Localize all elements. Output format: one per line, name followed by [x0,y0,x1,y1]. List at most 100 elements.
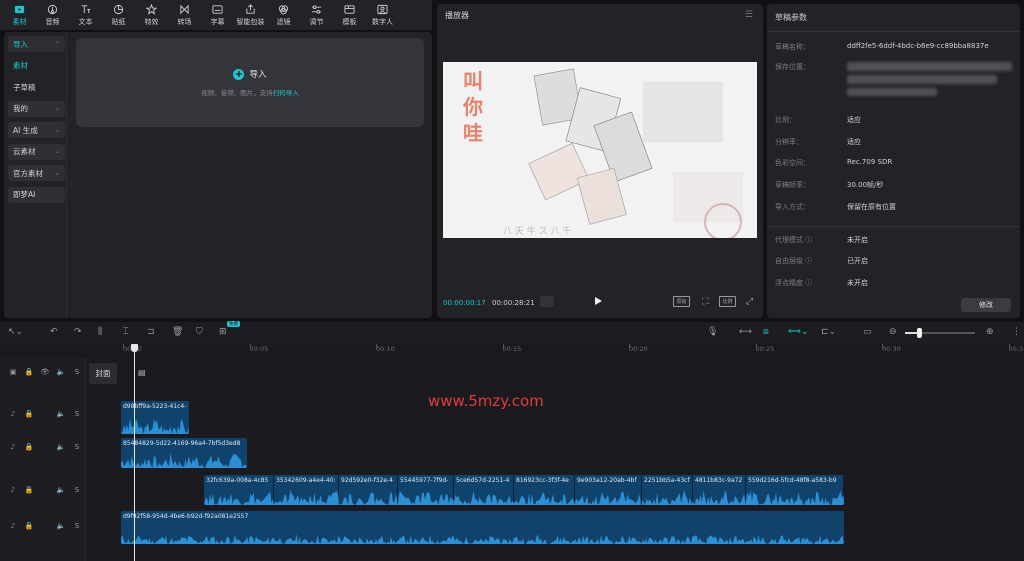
nav-item-7[interactable]: 即梦AI [8,186,65,203]
audio-segment[interactable]: 32fc639a-008a-4c85 [204,475,274,505]
aspect-ratio-button[interactable]: 比例 [719,296,736,307]
track-type-audio-icon[interactable]: ♪ [5,486,21,494]
lock-icon[interactable]: 🔒 [21,443,37,451]
tool-filter[interactable]: 滤镜 [267,0,300,30]
param-label: 代理模式 ⓘ [775,236,813,244]
link-icon[interactable]: ⟷ [739,327,752,338]
audio-segment[interactable]: 9e903a12-20ab-4bf [575,475,642,505]
nav-item-0[interactable]: 导入 ⌃ [8,36,65,52]
nav-item-6[interactable]: 官方素材 ⌄ [8,165,65,181]
modify-button[interactable]: 修改 [961,298,1011,312]
nav-item-5[interactable]: 云素材 ⌄ [8,143,65,160]
lock-icon[interactable]: 🔒 [21,486,37,494]
track-type-audio-icon[interactable]: ♪ [5,522,21,530]
tool-sticker[interactable]: 贴纸 [102,0,135,30]
param-label: 导入方式： [775,203,810,211]
current-time: 00:00:00:17 [443,299,486,307]
tool-media[interactable]: 素材 [3,0,36,30]
tool-transition[interactable]: 转场 [168,0,201,30]
audio-segment[interactable]: 55445977-7f9d- [398,475,454,505]
undo-icon[interactable]: ↶ [50,327,58,338]
tool-text[interactable]: 文本 [69,0,102,30]
zoom-out-icon[interactable]: ⊖ [889,327,897,338]
solo-icon[interactable]: S [69,522,85,530]
mute-icon[interactable]: 🔈 [53,486,69,494]
eye-icon[interactable]: 👁 [37,368,53,376]
ruler-tick [882,344,883,349]
audio-segment[interactable]: 559d216d-5fcd-48f8-a583-b9 [746,475,844,505]
cover-button[interactable]: 封面 [89,363,117,384]
magnet-icon[interactable]: ⧈ [763,327,769,338]
timeline-preview-icon[interactable]: ▭ [863,327,872,338]
delete-left-icon[interactable]: ⌶ [123,327,128,338]
play-button[interactable] [595,297,602,305]
tool-smart-package[interactable]: 智能包装 [234,0,267,30]
tool-subtitle[interactable]: 字幕 [201,0,234,30]
clip-label: d98bff9a-5223-41c4- [123,403,187,410]
nav-item-label: 导入 [13,39,28,49]
audio-segment[interactable]: 35342609-a4e4-40: [274,475,339,505]
playhead-handle[interactable] [131,344,138,352]
media-icon [14,5,25,13]
shield-icon[interactable]: ⛉ [196,327,203,338]
nav-item-2[interactable]: 子草稿 [8,79,65,95]
digital-human-icon [377,4,388,14]
zoom-in-icon[interactable]: ⊕ [986,327,994,338]
scan-import-link[interactable]: 扫码导入 [273,89,299,97]
delete-right-icon[interactable]: ⊐ [147,327,155,338]
tool-template[interactable]: 模板 [333,0,366,30]
nav-item-4[interactable]: AI 生成 ⌄ [8,122,65,138]
svg-text:叫: 叫 [463,69,483,93]
ruler-tick [1008,344,1010,349]
solo-icon[interactable]: S [69,410,85,418]
tool-audio[interactable]: 音频 [36,0,69,30]
solo-icon[interactable]: S [69,368,85,376]
nav-item-3[interactable]: 我的 ⌄ [8,100,65,117]
lock-icon[interactable]: 🔒 [21,522,37,530]
solo-icon[interactable]: S [69,443,85,451]
mute-icon[interactable]: 🔈 [53,368,69,376]
track-type-audio-icon[interactable]: ♪ [5,410,21,418]
tool-digital-human[interactable]: 数字人 [366,0,399,30]
snap-icon[interactable]: ⊏⌄ [821,327,836,338]
redo-icon[interactable]: ↷ [74,327,82,338]
track-type-audio-icon[interactable]: ♪ [5,443,21,451]
draft-param-row: 草稿帧率： 30.00帧/秒 [775,180,883,190]
original-size-button[interactable]: 原始 [673,296,690,307]
preview-axis-icon[interactable]: ⟺⌄ [788,327,808,338]
fullscreen-icon[interactable]: ⤢ [744,296,755,307]
solo-icon[interactable]: S [69,486,85,494]
more-icon[interactable]: ⋮ [1012,327,1021,338]
split-icon[interactable]: ⫼ [98,327,102,338]
nav-item-1[interactable]: 素材 [8,58,65,74]
audio-segment[interactable]: 92d592e0-f32e-4 [339,475,398,505]
menu-icon[interactable]: ☰ [745,10,753,20]
ruler-tick [249,344,251,349]
mute-icon[interactable]: 🔈 [53,410,69,418]
lock-icon[interactable]: 🔒 [21,368,37,376]
tool-adjust[interactable]: 调节 [300,0,333,30]
timecode-toggle[interactable] [540,296,554,307]
audio-clip[interactable]: d98bff9a-5223-41c4- [121,401,189,434]
timeline-ruler[interactable]: 00:0000:0500:1000:1500:2000:2500:3000:3 [0,344,1024,358]
audio-segment[interactable]: 4811b83c-9a72 [693,475,746,505]
zoom-slider-handle[interactable] [917,328,922,338]
microphone-icon[interactable]: 🎙 [707,327,718,338]
audio-clip[interactable]: d9f92f58-954d-4be6-b92d-f92a081e2557 [121,511,844,544]
import-area[interactable]: + 导入 视频、音频、图片，支持扫码导入 [76,38,424,127]
audio-segment[interactable]: 816923cc-3f3f-4e [514,475,575,505]
video-preview[interactable]: 叫 你 哇 八 夭 牛 ス 八 千 [443,62,757,238]
trash-icon[interactable]: 🗑 [172,327,183,338]
mute-icon[interactable]: 🔈 [53,443,69,451]
lock-icon[interactable]: 🔒 [21,410,37,418]
audio-segment[interactable]: 5ce6d57d-2251-4 [454,475,514,505]
audio-segment[interactable]: 2251bb5a-43cf [642,475,693,505]
fit-screen-icon[interactable]: ⛶ [699,296,712,307]
select-tool-icon[interactable]: ↖⌄ [8,327,23,338]
track-type-video-icon[interactable]: ▣ [5,368,21,376]
audio-clip[interactable]: 85484829-5d22-4169-96a4-7bf5d3ed8 [121,438,247,468]
tool-effects[interactable]: 特效 [135,0,168,30]
mute-icon[interactable]: 🔈 [53,522,69,530]
caption-tool-icon[interactable]: ⊞ [219,327,227,338]
text-icon [81,4,91,13]
